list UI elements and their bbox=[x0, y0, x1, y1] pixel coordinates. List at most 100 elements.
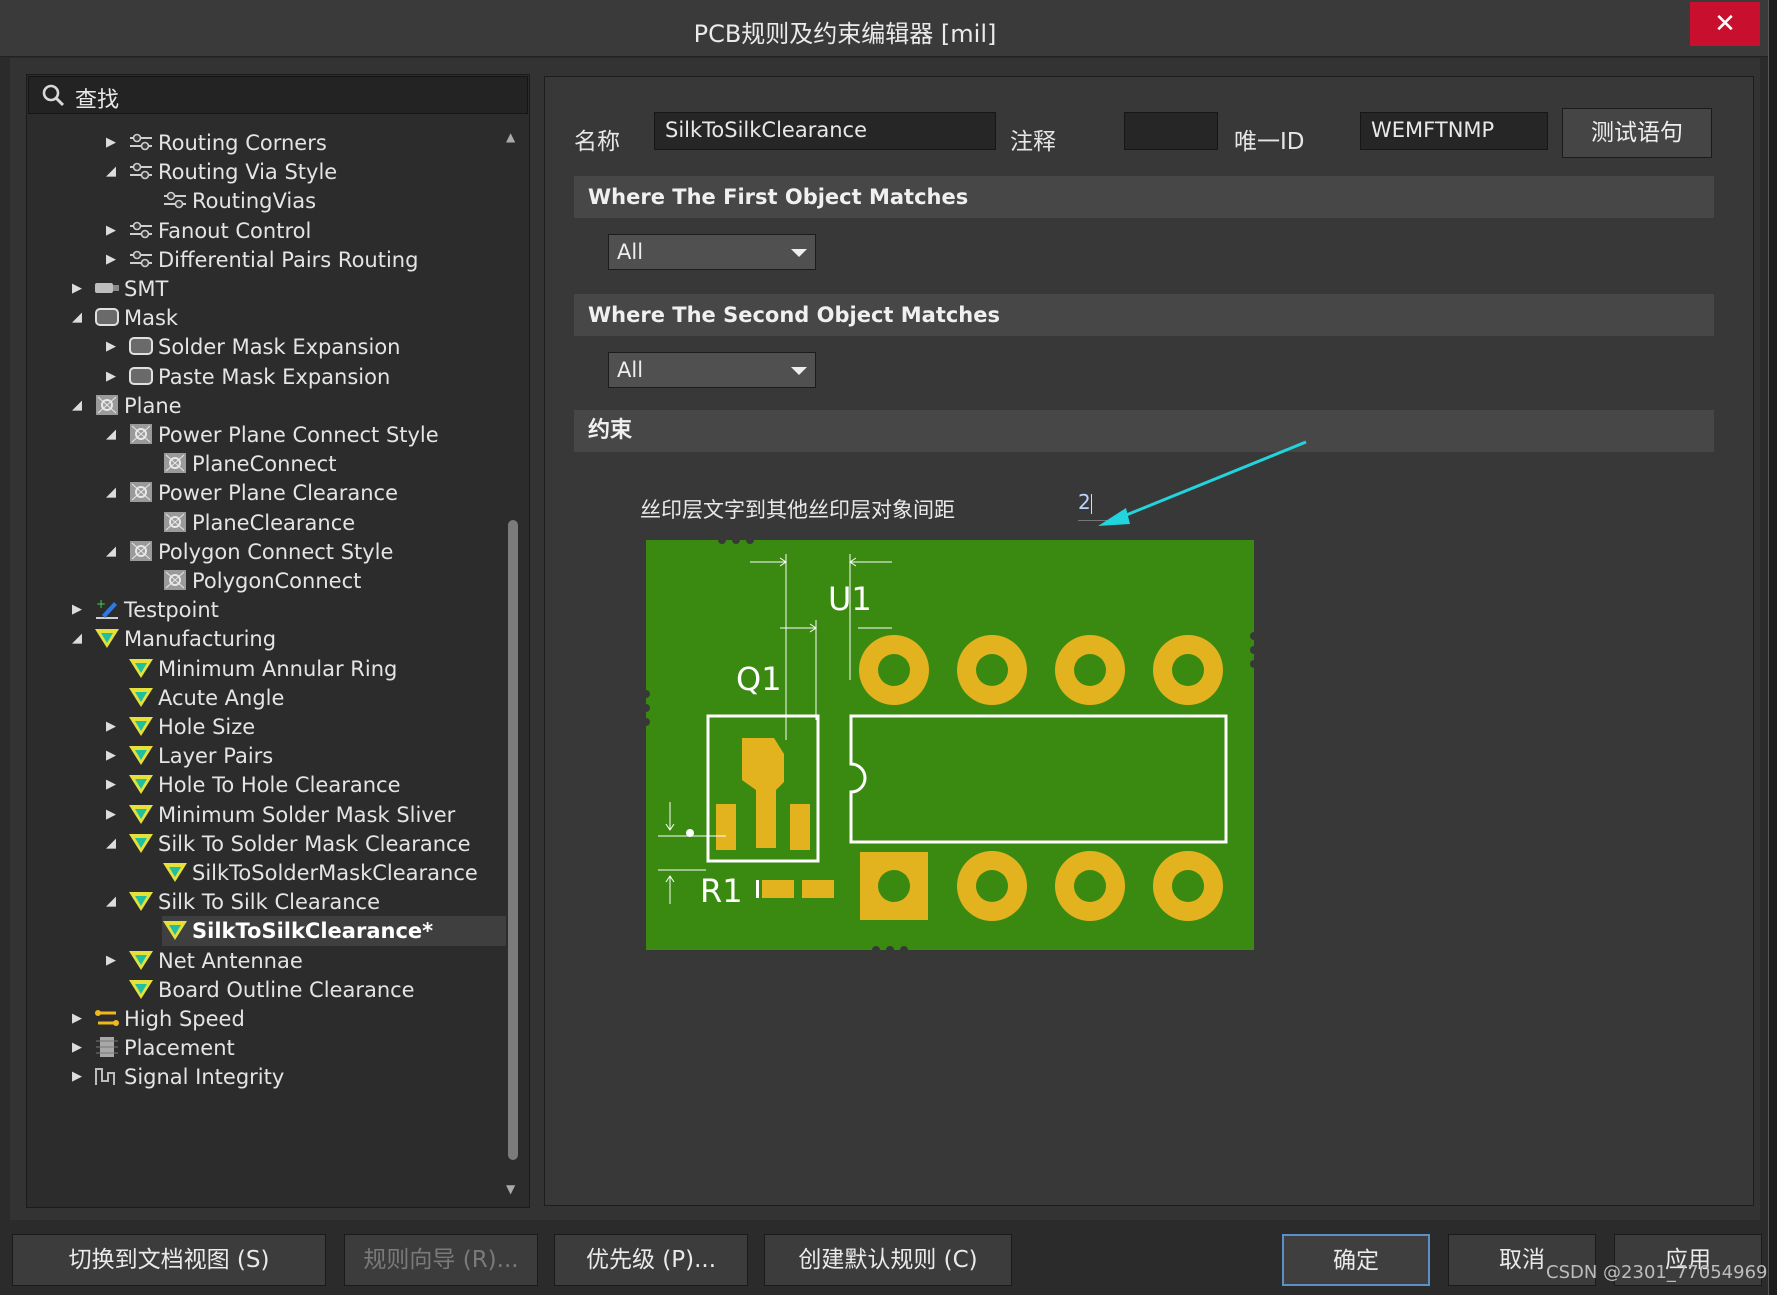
first-object-dropdown[interactable]: All bbox=[608, 234, 816, 270]
tree-item[interactable]: RoutingVias bbox=[162, 186, 316, 216]
expand-arrow-icon[interactable]: ▶ bbox=[68, 1033, 86, 1063]
collapse-arrow-icon[interactable]: ◢ bbox=[102, 157, 120, 187]
tree-item[interactable]: ▶ Differential Pairs Routing bbox=[106, 245, 418, 275]
tree-item[interactable]: ◢ Silk To Solder Mask Clearance bbox=[106, 829, 471, 859]
second-object-dropdown[interactable]: All bbox=[608, 352, 816, 388]
scroll-down-icon[interactable]: ▼ bbox=[506, 1182, 515, 1196]
tree-item-label: Minimum Solder Mask Sliver bbox=[158, 802, 456, 827]
tree-item[interactable]: SilkToSolderMaskClearance bbox=[162, 858, 478, 888]
tree-item-label: Manufacturing bbox=[124, 627, 277, 652]
switch-to-document-view-button[interactable]: 切换到文档视图 (S) bbox=[12, 1234, 326, 1286]
expand-arrow-icon[interactable]: ▶ bbox=[102, 770, 120, 800]
name-field[interactable]: SilkToSilkClearance bbox=[654, 112, 996, 150]
tree-item[interactable]: ▶ Routing Corners bbox=[106, 128, 327, 158]
comment-field[interactable] bbox=[1124, 112, 1218, 150]
tree-item[interactable]: ◢ Routing Via Style bbox=[106, 157, 337, 187]
expand-arrow-icon[interactable]: ▶ bbox=[68, 595, 86, 625]
tree-item-label: SilkToSolderMaskClearance bbox=[192, 861, 478, 885]
tree-item[interactable]: PlaneClearance bbox=[162, 508, 355, 538]
expand-arrow-icon[interactable]: ▶ bbox=[68, 274, 86, 304]
tree-item[interactable]: ◢ Silk To Silk Clearance bbox=[106, 887, 380, 917]
comment-label: 注释 bbox=[1010, 129, 1056, 155]
mask-icon bbox=[128, 335, 154, 357]
tree-item[interactable]: ▶ High Speed bbox=[72, 1004, 245, 1034]
rule-tree[interactable]: ▶ Routing Corners ◢ Routing Via Style Routin… bbox=[28, 128, 508, 1202]
tree-item[interactable]: ◢ Power Plane Clearance bbox=[106, 478, 399, 508]
tree-item-label: PolygonConnect bbox=[192, 569, 362, 593]
tree-item[interactable]: Acute Angle bbox=[128, 683, 284, 713]
unique-id-field[interactable]: WEMFTNMP bbox=[1360, 112, 1548, 150]
rule-wizard-button[interactable]: 规则向导 (R)... bbox=[344, 1234, 538, 1286]
priority-button[interactable]: 优先级 (P)... bbox=[554, 1234, 748, 1286]
tree-item[interactable]: PolygonConnect bbox=[162, 566, 361, 596]
expand-arrow-icon[interactable]: ▶ bbox=[102, 332, 120, 362]
tree-item[interactable]: ◢ Mask bbox=[72, 303, 178, 333]
collapse-arrow-icon[interactable]: ◢ bbox=[102, 420, 120, 450]
tree-item[interactable]: Board Outline Clearance bbox=[128, 975, 415, 1005]
tree-item[interactable]: ▶ Layer Pairs bbox=[106, 741, 273, 771]
plane-icon bbox=[162, 452, 188, 474]
tree-item[interactable]: ▶ Fanout Control bbox=[106, 216, 311, 246]
tree-item[interactable]: SilkToSilkClearance* bbox=[162, 916, 506, 947]
expand-arrow-icon[interactable]: ▶ bbox=[102, 362, 120, 392]
plane-icon bbox=[162, 511, 188, 533]
expand-arrow-icon[interactable]: ▶ bbox=[102, 245, 120, 275]
tree-item[interactable]: ▶ Hole To Hole Clearance bbox=[106, 770, 400, 800]
tree-item[interactable]: ◢ Manufacturing bbox=[72, 624, 277, 654]
tree-item[interactable]: ▶ Solder Mask Expansion bbox=[106, 332, 400, 362]
clearance-value: 2 bbox=[1078, 490, 1091, 514]
create-default-rules-button[interactable]: 创建默认规则 (C) bbox=[764, 1234, 1012, 1286]
collapse-arrow-icon[interactable]: ◢ bbox=[102, 887, 120, 917]
manufacturing-icon bbox=[128, 949, 154, 971]
tree-item[interactable]: Minimum Annular Ring bbox=[128, 654, 397, 684]
manufacturing-icon bbox=[94, 627, 120, 649]
expand-arrow-icon[interactable]: ▶ bbox=[68, 1062, 86, 1092]
manufacturing-icon bbox=[128, 803, 154, 825]
rule-icon bbox=[128, 131, 154, 153]
expand-arrow-icon[interactable]: ▶ bbox=[102, 741, 120, 771]
tree-item[interactable]: ▶ Minimum Solder Mask Sliver bbox=[106, 800, 456, 830]
collapse-arrow-icon[interactable]: ◢ bbox=[68, 624, 86, 654]
expand-arrow-icon[interactable]: ▶ bbox=[102, 946, 120, 976]
tree-item[interactable]: ◢ Plane bbox=[72, 391, 182, 421]
svg-text:+: + bbox=[96, 598, 106, 611]
tree-item[interactable]: ▶ Paste Mask Expansion bbox=[106, 362, 390, 392]
tree-item[interactable]: ◢ Power Plane Connect Style bbox=[106, 420, 439, 450]
tree-item-label: Power Plane Clearance bbox=[158, 481, 399, 506]
collapse-arrow-icon[interactable]: ◢ bbox=[68, 303, 86, 333]
search-input[interactable]: 查找 bbox=[28, 76, 528, 114]
collapse-arrow-icon[interactable]: ◢ bbox=[102, 478, 120, 508]
ok-button[interactable]: 确定 bbox=[1282, 1234, 1430, 1286]
test-query-button[interactable]: 测试语句 bbox=[1562, 108, 1712, 158]
tree-item[interactable]: ▶ Hole Size bbox=[106, 712, 255, 742]
tree-item-label: Net Antennae bbox=[158, 948, 303, 973]
tree-item[interactable]: ▶ Signal Integrity bbox=[72, 1062, 284, 1092]
manufacturing-icon bbox=[162, 919, 188, 941]
tree-item[interactable]: ▶ SMT bbox=[72, 274, 169, 304]
expand-arrow-icon[interactable]: ▶ bbox=[102, 712, 120, 742]
tree-item[interactable]: ▶ Placement bbox=[72, 1033, 235, 1063]
plane-icon bbox=[128, 481, 154, 503]
tree-scroll-thumb[interactable] bbox=[508, 520, 518, 1160]
tree-item[interactable]: PlaneConnect bbox=[162, 449, 336, 479]
annotation-arrow bbox=[1098, 440, 1307, 526]
plane-icon bbox=[94, 394, 120, 416]
expand-arrow-icon[interactable]: ▶ bbox=[102, 128, 120, 158]
name-label: 名称 bbox=[574, 129, 620, 155]
tree-item-label: SMT bbox=[124, 277, 169, 301]
manufacturing-icon bbox=[128, 978, 154, 1000]
tree-item[interactable]: ▶ + Testpoint bbox=[72, 595, 219, 625]
manufacturing-icon bbox=[128, 832, 154, 854]
collapse-arrow-icon[interactable]: ◢ bbox=[102, 829, 120, 859]
expand-arrow-icon[interactable]: ▶ bbox=[102, 800, 120, 830]
expand-arrow-icon[interactable]: ▶ bbox=[102, 216, 120, 246]
close-button[interactable]: ✕ bbox=[1690, 2, 1760, 46]
collapse-arrow-icon[interactable]: ◢ bbox=[68, 391, 86, 421]
scroll-up-icon[interactable]: ▲ bbox=[506, 130, 515, 144]
tree-item[interactable]: ◢ Polygon Connect Style bbox=[106, 537, 393, 567]
window-edge bbox=[1768, 0, 1777, 1295]
first-object-value: All bbox=[617, 240, 644, 264]
collapse-arrow-icon[interactable]: ◢ bbox=[102, 537, 120, 567]
tree-item[interactable]: ▶ Net Antennae bbox=[106, 946, 303, 976]
expand-arrow-icon[interactable]: ▶ bbox=[68, 1004, 86, 1034]
